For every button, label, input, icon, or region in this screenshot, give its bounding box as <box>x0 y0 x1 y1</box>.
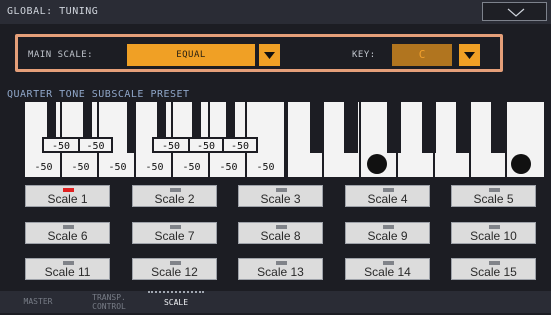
led <box>383 188 394 192</box>
white-key-value[interactable]: -50 <box>101 160 134 176</box>
key-label: KEY: <box>352 50 376 60</box>
led <box>489 261 500 265</box>
led <box>383 225 394 229</box>
triangle-down-icon <box>464 52 475 59</box>
scale-button-label: Scale 9 <box>367 229 408 243</box>
black-key <box>456 102 470 153</box>
keyboard-display <box>288 102 544 177</box>
scale-button-label: Scale 6 <box>47 229 88 243</box>
scale-button-6[interactable]: Scale 6 <box>25 222 110 244</box>
black-key[interactable] <box>127 102 136 153</box>
scale-button-label: Scale 11 <box>44 265 91 279</box>
black-key-value[interactable]: -50 <box>78 137 113 153</box>
black-key-value[interactable]: -50 <box>152 137 190 153</box>
led <box>276 225 287 229</box>
scale-button-8[interactable]: Scale 8 <box>238 222 323 244</box>
scale-button-4[interactable]: Scale 4 <box>345 185 430 207</box>
scale-button-label: Scale 13 <box>257 265 304 279</box>
black-key <box>344 102 358 153</box>
quarter-tone-keyboard[interactable]: -50 -50 -50 -50 -50 -50 -50 -50 -50 -50 … <box>25 102 284 177</box>
scale-button-label: Scale 1 <box>47 192 88 206</box>
triangle-down-icon <box>264 52 275 59</box>
scale-button-label: Scale 3 <box>260 192 301 206</box>
scale-button-15[interactable]: Scale 15 <box>451 258 536 280</box>
scale-button-11[interactable]: Scale 11 <box>25 258 110 280</box>
page-menu-button[interactable] <box>482 2 547 21</box>
key-marker-dot <box>511 154 531 174</box>
main-scale-dropdown-button[interactable] <box>259 44 280 66</box>
led <box>63 261 74 265</box>
white-key-value[interactable]: -50 <box>249 160 282 176</box>
led <box>383 261 394 265</box>
led <box>276 261 287 265</box>
scale-button-3[interactable]: Scale 3 <box>238 185 323 207</box>
black-key-value[interactable]: -50 <box>188 137 224 153</box>
scale-button-label: Scale 12 <box>151 265 198 279</box>
main-scale-field[interactable]: EQUAL <box>127 44 255 66</box>
led <box>170 261 181 265</box>
led <box>170 188 181 192</box>
key-dropdown-button[interactable] <box>459 44 480 66</box>
white-key-value[interactable]: -50 <box>212 160 245 176</box>
tab-scale[interactable]: SCALE <box>148 291 204 313</box>
white-key-value[interactable]: -50 <box>175 160 208 176</box>
scale-button-label: Scale 7 <box>154 229 195 243</box>
scale-button-5[interactable]: Scale 5 <box>451 185 536 207</box>
scale-button-label: Scale 15 <box>470 265 517 279</box>
black-key <box>422 102 436 153</box>
page-title: GLOBAL: TUNING <box>7 6 99 17</box>
scale-button-label: Scale 4 <box>367 192 408 206</box>
tab-label-line: TRANSP. <box>92 293 126 302</box>
black-key <box>491 102 505 153</box>
tab-transp-control[interactable]: TRANSP. CONTROL <box>80 293 138 315</box>
tab-label: SCALE <box>163 298 189 307</box>
scale-button-14[interactable]: Scale 14 <box>345 258 430 280</box>
section-title: QUARTER TONE SUBSCALE PRESET <box>7 89 190 100</box>
scale-button-label: Scale 5 <box>473 192 514 206</box>
scale-button-label: Scale 8 <box>260 229 301 243</box>
black-key-value[interactable]: -50 <box>42 137 80 153</box>
led <box>63 225 74 229</box>
scale-button-label: Scale 14 <box>364 265 411 279</box>
tab-bar: MASTER TRANSP. CONTROL SCALE <box>0 291 551 313</box>
chevron-down-icon <box>507 8 525 17</box>
title-bar: GLOBAL: TUNING <box>0 0 551 24</box>
scale-button-10[interactable]: Scale 10 <box>451 222 536 244</box>
tab-label-line: CONTROL <box>92 302 126 311</box>
selected-led <box>63 188 74 192</box>
led <box>489 225 500 229</box>
scale-button-12[interactable]: Scale 12 <box>132 258 217 280</box>
tab-label: MASTER <box>23 297 53 306</box>
scale-button-7[interactable]: Scale 7 <box>132 222 217 244</box>
scale-button-13[interactable]: Scale 13 <box>238 258 323 280</box>
scale-button-2[interactable]: Scale 2 <box>132 185 217 207</box>
scale-button-label: Scale 2 <box>154 192 195 206</box>
white-key-value[interactable]: -50 <box>27 160 60 176</box>
key-marker-dot <box>367 154 387 174</box>
white-key-value[interactable]: -50 <box>138 160 171 176</box>
main-scale-label: MAIN SCALE: <box>28 50 94 60</box>
black-key-value[interactable]: -50 <box>222 137 258 153</box>
white-key-value[interactable]: -50 <box>64 160 97 176</box>
tab-master[interactable]: MASTER <box>7 291 69 313</box>
led <box>489 188 500 192</box>
black-key <box>310 102 324 153</box>
led <box>170 225 181 229</box>
scale-button-label: Scale 10 <box>470 229 517 243</box>
led <box>276 188 287 192</box>
scale-button-9[interactable]: Scale 9 <box>345 222 430 244</box>
key-field[interactable]: C <box>392 44 452 66</box>
scale-button-1[interactable]: Scale 1 <box>25 185 110 207</box>
black-key <box>387 102 401 153</box>
